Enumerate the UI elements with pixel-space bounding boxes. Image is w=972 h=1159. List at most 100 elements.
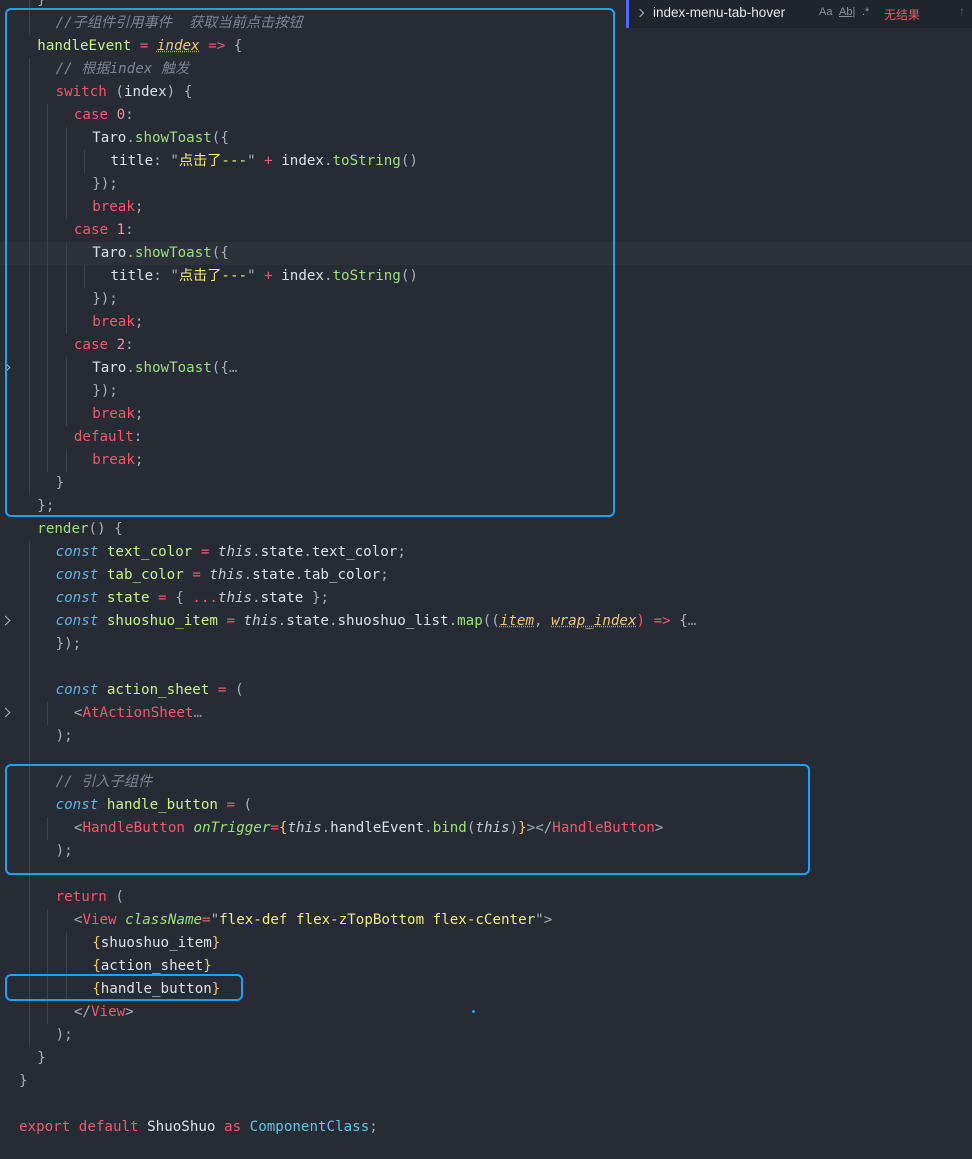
code-text: render() { — [37, 518, 122, 541]
code-line[interactable]: const tab_color = this.state.tab_color; — [0, 564, 972, 587]
code-token: ; — [380, 567, 389, 583]
code-line[interactable]: <AtActionSheet… — [0, 702, 972, 725]
code-line[interactable]: }); — [0, 633, 972, 656]
regex-toggle[interactable]: .* — [862, 6, 869, 18]
indent-guide — [47, 702, 49, 725]
highlight-box-handle-event — [5, 8, 615, 517]
indent-guide — [65, 932, 67, 955]
code-text: } — [19, 1070, 28, 1093]
code-token: ; — [369, 1119, 378, 1135]
code-text: export default ShuoShuo as ComponentClas… — [19, 1116, 378, 1139]
indent-guide — [29, 702, 31, 725]
code-token: = — [202, 912, 211, 928]
indent-guide — [29, 909, 31, 932]
indent-guide — [29, 1001, 31, 1024]
code-token: shuoshuo_list — [337, 613, 449, 629]
code-line[interactable]: export default ShuoShuo as ComponentClas… — [0, 1116, 972, 1139]
code-line[interactable] — [0, 656, 972, 679]
code-token: export — [19, 1119, 71, 1135]
code-token: View — [90, 1004, 126, 1020]
code-token: const — [55, 590, 99, 606]
code-token: AtActionSheet — [82, 705, 194, 721]
code-token: ); — [55, 728, 73, 744]
code-line[interactable]: <View className="flex-def flex-zTopBotto… — [0, 909, 972, 932]
code-line[interactable]: const shuoshuo_item = this.state.shuoshu… — [0, 610, 972, 633]
code-token: ComponentClass — [249, 1119, 370, 1135]
highlight-box-handle-button — [5, 764, 810, 875]
code-token: action_sheet — [100, 958, 204, 974]
code-token: as — [224, 1119, 242, 1135]
code-token: const — [55, 544, 99, 560]
code-text: </View> — [74, 1001, 134, 1024]
code-text: {shuoshuo_item} — [92, 932, 220, 955]
code-token: item — [499, 613, 534, 629]
code-token: = — [192, 544, 218, 560]
code-line[interactable] — [0, 1093, 972, 1116]
code-token: } — [203, 958, 212, 974]
code-line[interactable]: const state = { ...this.state }; — [0, 587, 972, 610]
find-input[interactable]: index-menu-tab-hover — [653, 5, 785, 20]
code-token: </ — [73, 1004, 91, 1020]
code-text: const text_color = this.state.text_color… — [56, 541, 406, 564]
code-token: { — [679, 613, 688, 629]
fold-chevron-icon[interactable] — [0, 707, 11, 718]
code-token: = — [209, 682, 235, 698]
code-token: return — [55, 889, 107, 905]
highlight-box-handle-button-ref — [5, 974, 243, 1001]
match-case-toggle[interactable]: Aa — [819, 6, 832, 18]
code-token: ) => — [636, 613, 680, 629]
code-text: } — [37, 1047, 46, 1070]
code-line[interactable]: return ( — [0, 886, 972, 909]
fold-chevron-icon[interactable] — [0, 615, 11, 626]
code-token: this — [217, 544, 253, 560]
code-text: ); — [56, 1024, 73, 1047]
code-line[interactable]: } — [0, 1070, 972, 1093]
code-text: return ( — [56, 886, 124, 909]
code-token: tab_color — [303, 567, 381, 583]
code-token: = — [217, 613, 244, 629]
code-token: this — [209, 567, 244, 583]
code-token: View — [82, 912, 117, 928]
code-token: . — [252, 544, 261, 560]
code-token: ... — [192, 590, 218, 606]
code-line[interactable]: {shuoshuo_item} — [0, 932, 972, 955]
indent-guide — [29, 886, 31, 909]
code-text: const tab_color = this.state.tab_color; — [56, 564, 389, 587]
indent-guide — [29, 587, 31, 610]
code-token: . — [252, 590, 261, 606]
indent-guide — [47, 932, 49, 955]
code-token: " — [210, 912, 220, 928]
code-line[interactable]: const text_color = this.state.text_color… — [0, 541, 972, 564]
code-token: action_sheet — [106, 682, 210, 698]
code-token: state — [260, 590, 304, 606]
indent-guide — [29, 633, 31, 656]
indent-guide — [29, 679, 31, 702]
code-token: state — [260, 544, 304, 560]
code-line[interactable]: } — [0, 1047, 972, 1070]
code-line[interactable]: ); — [0, 725, 972, 748]
code-token: … — [193, 705, 203, 721]
code-token: (( — [482, 613, 500, 629]
code-token: flex-def flex-zTopBottom flex-cCenter — [219, 912, 536, 928]
code-line[interactable]: </View> — [0, 1001, 972, 1024]
toggle-replace-chevron-icon[interactable] — [635, 8, 645, 18]
whole-word-toggle[interactable]: Ab| — [839, 6, 855, 18]
code-token: this — [243, 613, 278, 629]
code-line[interactable]: const action_sheet = ( — [0, 679, 972, 702]
find-widget[interactable]: index-menu-tab-hover Aa Ab| .* 无结果 ↑ — [626, 0, 972, 28]
code-line[interactable]: render() { — [0, 518, 972, 541]
cursor-dot — [472, 1010, 475, 1013]
code-line[interactable]: ); — [0, 1024, 972, 1047]
code-text: <View className="flex-def flex-zTopBotto… — [74, 909, 552, 932]
previous-match-arrow-icon[interactable]: ↑ — [959, 4, 965, 18]
code-token: () { — [88, 521, 123, 537]
code-token: . — [277, 613, 287, 629]
